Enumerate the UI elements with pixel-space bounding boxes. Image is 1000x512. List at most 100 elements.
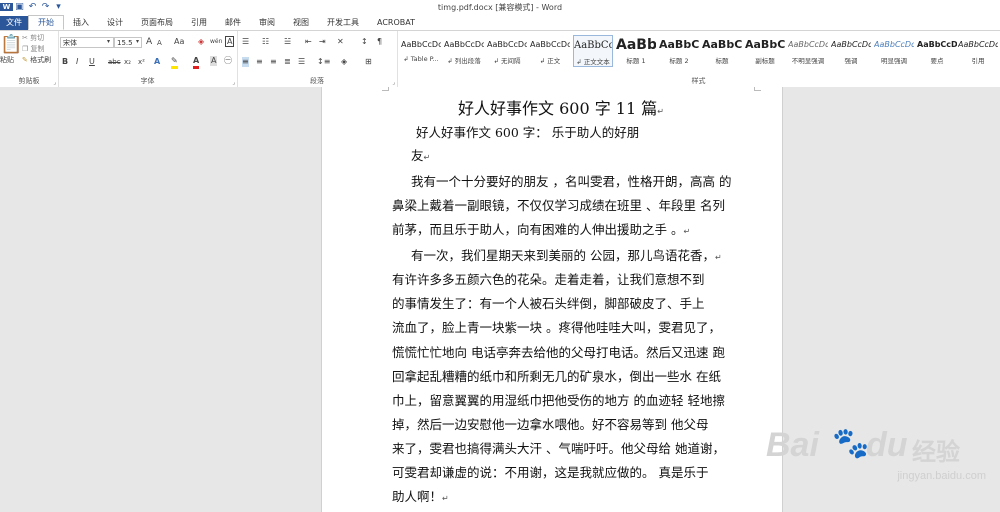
- sort-icon[interactable]: ↕: [361, 37, 368, 47]
- paste-button[interactable]: 粘贴: [0, 56, 14, 65]
- document-line: 流血了，脸上青一块紫一块 。疼得他哇哇大叫，雯君见了，: [392, 320, 721, 335]
- baidu-watermark: Bai 🐾 du 经验 jingyan.baidu.com: [762, 426, 992, 496]
- paragraph-group: ☰ ☷ ☱ ⇤ ⇥ ✕ ↕ ¶ ≡ ≡ ≡ ≣ ☰ ↕≡ ◈ ⊞ 段落 ⌟: [237, 31, 398, 87]
- bold-button[interactable]: B: [62, 57, 68, 67]
- bullets-icon[interactable]: ☰: [242, 37, 249, 47]
- superscript-button[interactable]: x²: [138, 57, 145, 67]
- styles-group: AaBbCcDc ↲ Table P... AaBbCcDc ↲ 列出段落 AaBb…: [397, 31, 1000, 87]
- format-painter-button[interactable]: ✎ 格式刷: [22, 56, 51, 65]
- document-line: 助人啊！↵: [392, 489, 449, 504]
- document-line: 有一次，我们星期天来到美丽的 公园，那儿鸟语花香，↵: [411, 248, 722, 263]
- tab-developer[interactable]: 开发工具: [318, 16, 368, 30]
- multilevel-list-icon[interactable]: ☱: [284, 37, 291, 47]
- cut-button[interactable]: ✂ 剪切: [22, 34, 44, 43]
- font-size-dropdown-icon[interactable]: ▾: [136, 37, 139, 47]
- tab-design[interactable]: 设计: [98, 16, 132, 30]
- tab-file[interactable]: 文件: [0, 16, 28, 30]
- style-list-paragraph[interactable]: AaBbCcDc ↲ 列出段落: [444, 35, 484, 67]
- tab-mailings[interactable]: 邮件: [216, 16, 250, 30]
- shading-fill-icon[interactable]: ◈: [341, 57, 347, 67]
- align-left-icon[interactable]: ≡: [242, 57, 249, 67]
- change-case-icon[interactable]: Aa: [174, 37, 184, 47]
- decrease-indent-icon[interactable]: ⇤: [305, 37, 312, 47]
- document-page[interactable]: 好人好事作文 600 字 11 篇↵ 好人好事作文 600 字： 乐于助人的好朋…: [321, 87, 783, 512]
- italic-button[interactable]: I: [76, 57, 78, 67]
- font-group-label: 字体: [140, 77, 155, 85]
- tab-view[interactable]: 视图: [284, 16, 318, 30]
- paw-icon: 🐾: [832, 427, 870, 460]
- document-line: 巾上，留意翼翼的用湿纸巾把他受伤的地方 的血迹轻 轻地擦: [392, 393, 725, 408]
- shading-icon[interactable]: A: [210, 56, 218, 66]
- styles-group-label: 样式: [691, 77, 706, 85]
- shrink-font-icon[interactable]: A: [157, 38, 162, 48]
- style-subtitle[interactable]: AaBbC 副标题: [745, 35, 785, 67]
- tab-acrobat[interactable]: ACROBAT: [368, 16, 424, 30]
- style-quote[interactable]: AaBbCcDc 引用: [958, 35, 998, 67]
- ribbon-tabs: 文件 开始 插入 设计 页面布局 引用 邮件 审阅 视图 开发工具 ACROBA…: [0, 14, 1000, 30]
- font-launcher-icon[interactable]: ⌟: [232, 79, 235, 86]
- chinese-layout-icon[interactable]: ✕: [337, 37, 344, 47]
- window-title: timg.pdf.docx [兼容模式] - Word: [437, 3, 563, 12]
- font-name-dropdown-icon[interactable]: ▾: [107, 37, 110, 47]
- clipboard-launcher-icon[interactable]: ⌟: [53, 79, 56, 86]
- distributed-icon[interactable]: ☰: [298, 57, 305, 67]
- tab-layout[interactable]: 页面布局: [132, 16, 182, 30]
- increase-indent-icon[interactable]: ⇥: [319, 37, 326, 47]
- style-heading-1[interactable]: AaBb 标题 1: [616, 35, 656, 67]
- highlight-color-icon[interactable]: ✎: [171, 56, 178, 69]
- strikethrough-button[interactable]: abc: [108, 57, 121, 67]
- text-effects-icon[interactable]: A: [154, 57, 160, 67]
- watermark-brand: Bai: [766, 426, 819, 464]
- enclose-char-icon[interactable]: ㊀: [224, 56, 232, 66]
- font-color-icon[interactable]: A: [193, 56, 200, 69]
- paragraph-group-label: 段落: [310, 77, 324, 85]
- align-right-icon[interactable]: ≡: [270, 57, 277, 67]
- document-line: 鼻梁上戴着一副眼镜，不仅仅学习成绩在班里 、年段里 名列: [392, 198, 725, 213]
- title-bar: W ▣ ↶ ↷ ▾ timg.pdf.docx [兼容模式] - Word: [0, 0, 1000, 14]
- character-border-icon[interactable]: A: [225, 36, 235, 47]
- grow-font-icon[interactable]: A: [146, 37, 152, 47]
- document-title: 好人好事作文 600 字 11 篇↵: [458, 99, 664, 118]
- document-line: 来了，雯君也搞得满头大汗 、气喘吁吁。他父母给 她道谢，: [392, 441, 725, 456]
- clipboard-group-label: 剪贴板: [18, 77, 40, 85]
- style-heading-2[interactable]: AaBbC 标题 2: [659, 35, 699, 67]
- style-title[interactable]: AaBbC 标题: [702, 35, 742, 67]
- style-emphasis[interactable]: AaBbCcDc 强调: [831, 35, 871, 67]
- document-line: 慌慌忙忙地向 电话亭奔去给他的父母打电话。然后又迅速 跑: [392, 345, 725, 360]
- copy-button[interactable]: ❐ 复制: [22, 45, 45, 54]
- clipboard-group: 📋 粘贴 ✂ 剪切 ❐ 复制 ✎ 格式刷 剪贴板 ⌟: [0, 31, 59, 87]
- numbering-icon[interactable]: ☷: [262, 37, 269, 47]
- paragraph-launcher-icon[interactable]: ⌟: [392, 79, 395, 86]
- underline-button[interactable]: U: [89, 57, 95, 67]
- document-line: 前茅，而且乐于助人，向有困难的人伸出援助之手 。↵: [392, 222, 691, 237]
- document-line: 有许许多多五颜六色的花朵。走着走着，让我们意想不到: [392, 272, 705, 287]
- document-line: 回拿起乱糟糟的纸巾和所剩无几的矿泉水，倒出一些水 在纸: [392, 369, 721, 384]
- font-name-select[interactable]: 宋体: [60, 37, 114, 48]
- font-group: 宋体 ▾ 15.5 ▾ A A Aa ◈ wén A B I U abc x₂ …: [58, 31, 238, 87]
- style-no-spacing[interactable]: AaBbCcDc ↲ 无间隔: [487, 35, 527, 67]
- subscript-button[interactable]: x₂: [124, 57, 131, 67]
- scissors-icon: ✂: [22, 34, 28, 42]
- align-center-icon[interactable]: ≡: [256, 57, 263, 67]
- document-line: 我有一个十分要好的朋友 ，名叫雯君，性格开朗，高高 的: [411, 174, 732, 189]
- tab-insert[interactable]: 插入: [64, 16, 98, 30]
- document-line: 掉，然后一边安慰他一边拿水喂他。好不容易等到 他父母: [392, 417, 709, 432]
- style-normal[interactable]: AaBbCcDc ↲ 正文: [530, 35, 570, 67]
- style-body-text[interactable]: AaBbCc ↲ 正文文本: [573, 35, 613, 67]
- paste-icon[interactable]: 📋: [0, 35, 22, 55]
- document-area: 好人好事作文 600 字 11 篇↵ 好人好事作文 600 字： 乐于助人的好朋…: [0, 87, 1000, 512]
- tab-review[interactable]: 审阅: [250, 16, 284, 30]
- justify-icon[interactable]: ≣: [284, 57, 291, 67]
- document-line: 的事情发生了：有一个人被石头绊倒，脚部破皮了、手上: [392, 296, 705, 311]
- style-subtle-emphasis[interactable]: AaBbCcDc 不明显强调: [788, 35, 828, 67]
- line-spacing-icon[interactable]: ↕≡: [317, 57, 330, 67]
- borders-icon[interactable]: ⊞: [365, 57, 372, 67]
- style-intense-emphasis[interactable]: AaBbCcDc 明显强调: [874, 35, 914, 67]
- style-table-paragraph[interactable]: AaBbCcDc ↲ Table P...: [401, 35, 441, 67]
- clear-formatting-icon[interactable]: ◈: [198, 37, 204, 47]
- show-marks-icon[interactable]: ¶: [377, 37, 382, 47]
- tab-home[interactable]: 开始: [28, 15, 64, 30]
- style-strong[interactable]: AaBbCcDc要点: [917, 35, 957, 67]
- tab-references[interactable]: 引用: [182, 16, 216, 30]
- phonetic-guide-icon[interactable]: wén: [210, 37, 222, 47]
